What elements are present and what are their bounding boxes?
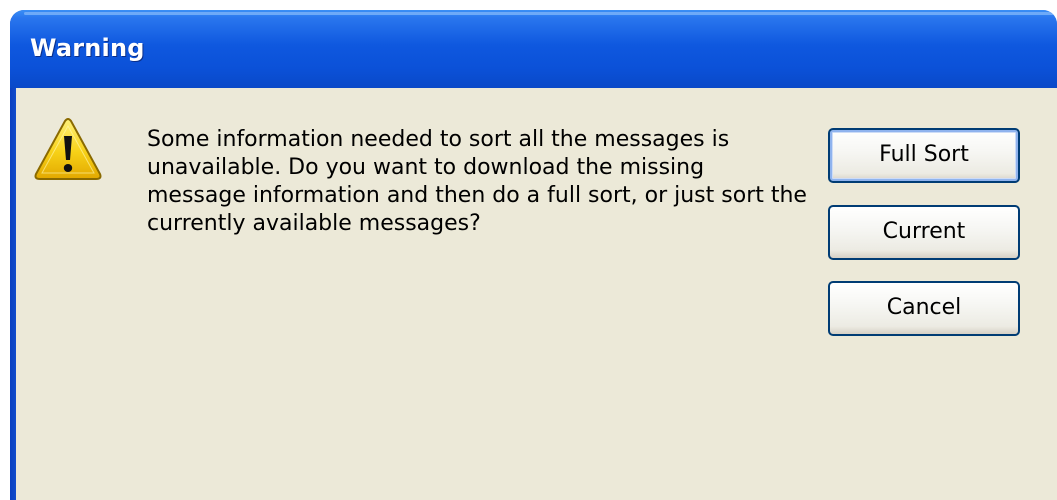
title-bar-highlight [24, 12, 1057, 15]
warning-dialog: Warning Some information needed to sort … [10, 10, 1057, 500]
full-sort-button[interactable]: Full Sort [828, 128, 1020, 183]
dialog-message: Some information needed to sort all the … [147, 127, 807, 236]
dialog-body: Some information needed to sort all the … [16, 88, 1057, 500]
current-button[interactable]: Current [828, 205, 1020, 260]
warning-icon [34, 118, 102, 180]
window-title: Warning [30, 34, 145, 62]
title-bar[interactable]: Warning [10, 10, 1057, 88]
cancel-button[interactable]: Cancel [828, 281, 1020, 336]
